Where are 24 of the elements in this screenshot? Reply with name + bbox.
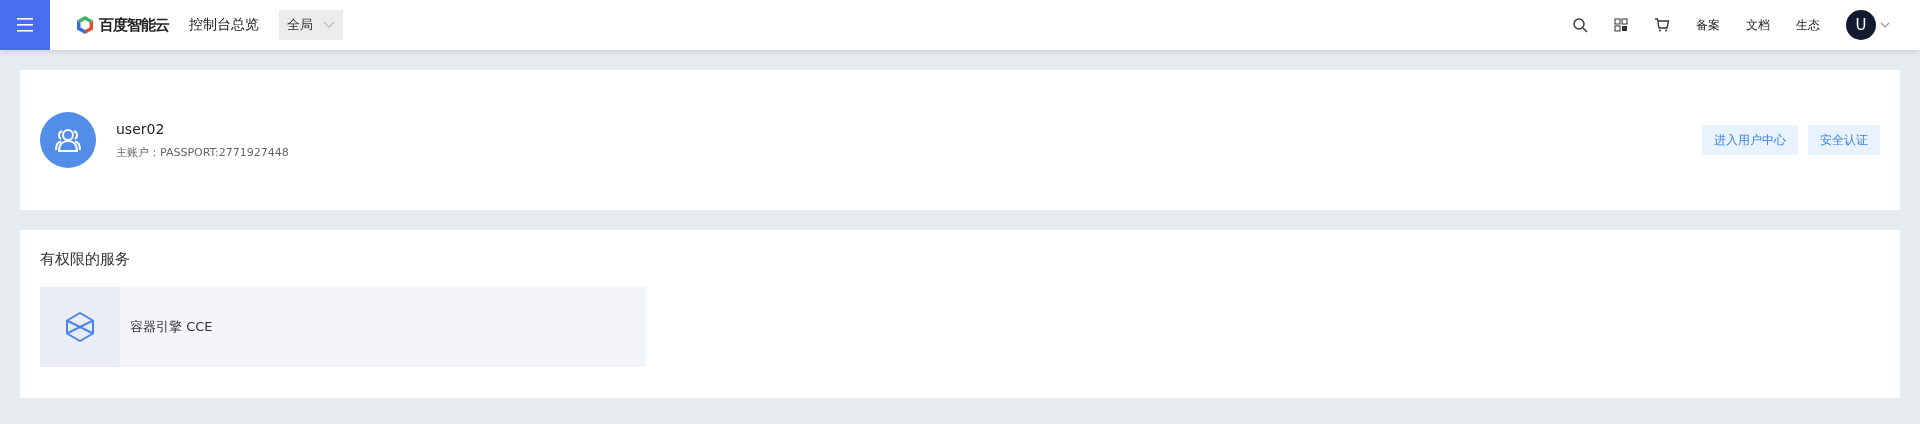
search-icon[interactable] <box>1572 17 1588 33</box>
page-title: 控制台总览 <box>189 16 259 34</box>
cart-icon[interactable] <box>1654 18 1670 32</box>
action-button[interactable]: 进入用户中心 <box>1702 125 1798 155</box>
section-title: 有权限的服务 <box>40 250 130 269</box>
nav-link[interactable]: 备案 <box>1696 16 1720 34</box>
menu-icon <box>17 18 33 32</box>
service-name: 容器引擎 CCE <box>130 318 213 336</box>
grid-icon[interactable] <box>1614 18 1628 32</box>
service-tile[interactable]: 容器引擎 CCE <box>40 287 646 367</box>
user-name: user02 <box>116 120 166 137</box>
user-avatar[interactable]: U <box>1846 10 1876 40</box>
users-icon <box>53 127 83 153</box>
action-button[interactable]: 安全认证 <box>1808 125 1880 155</box>
brand-name: 百度智能云 <box>99 15 169 35</box>
region-dropdown[interactable]: 全局 <box>279 10 343 40</box>
nav-link[interactable]: 文档 <box>1746 16 1770 34</box>
account-id: 主账户：PASSPORT:2771927448 <box>116 144 289 160</box>
caret-icon <box>323 21 335 29</box>
menu-button[interactable] <box>0 0 50 50</box>
cube-icon <box>65 311 95 343</box>
logo-icon <box>75 15 95 35</box>
nav-link[interactable]: 生态 <box>1796 16 1820 34</box>
caret-icon[interactable] <box>1880 22 1890 28</box>
